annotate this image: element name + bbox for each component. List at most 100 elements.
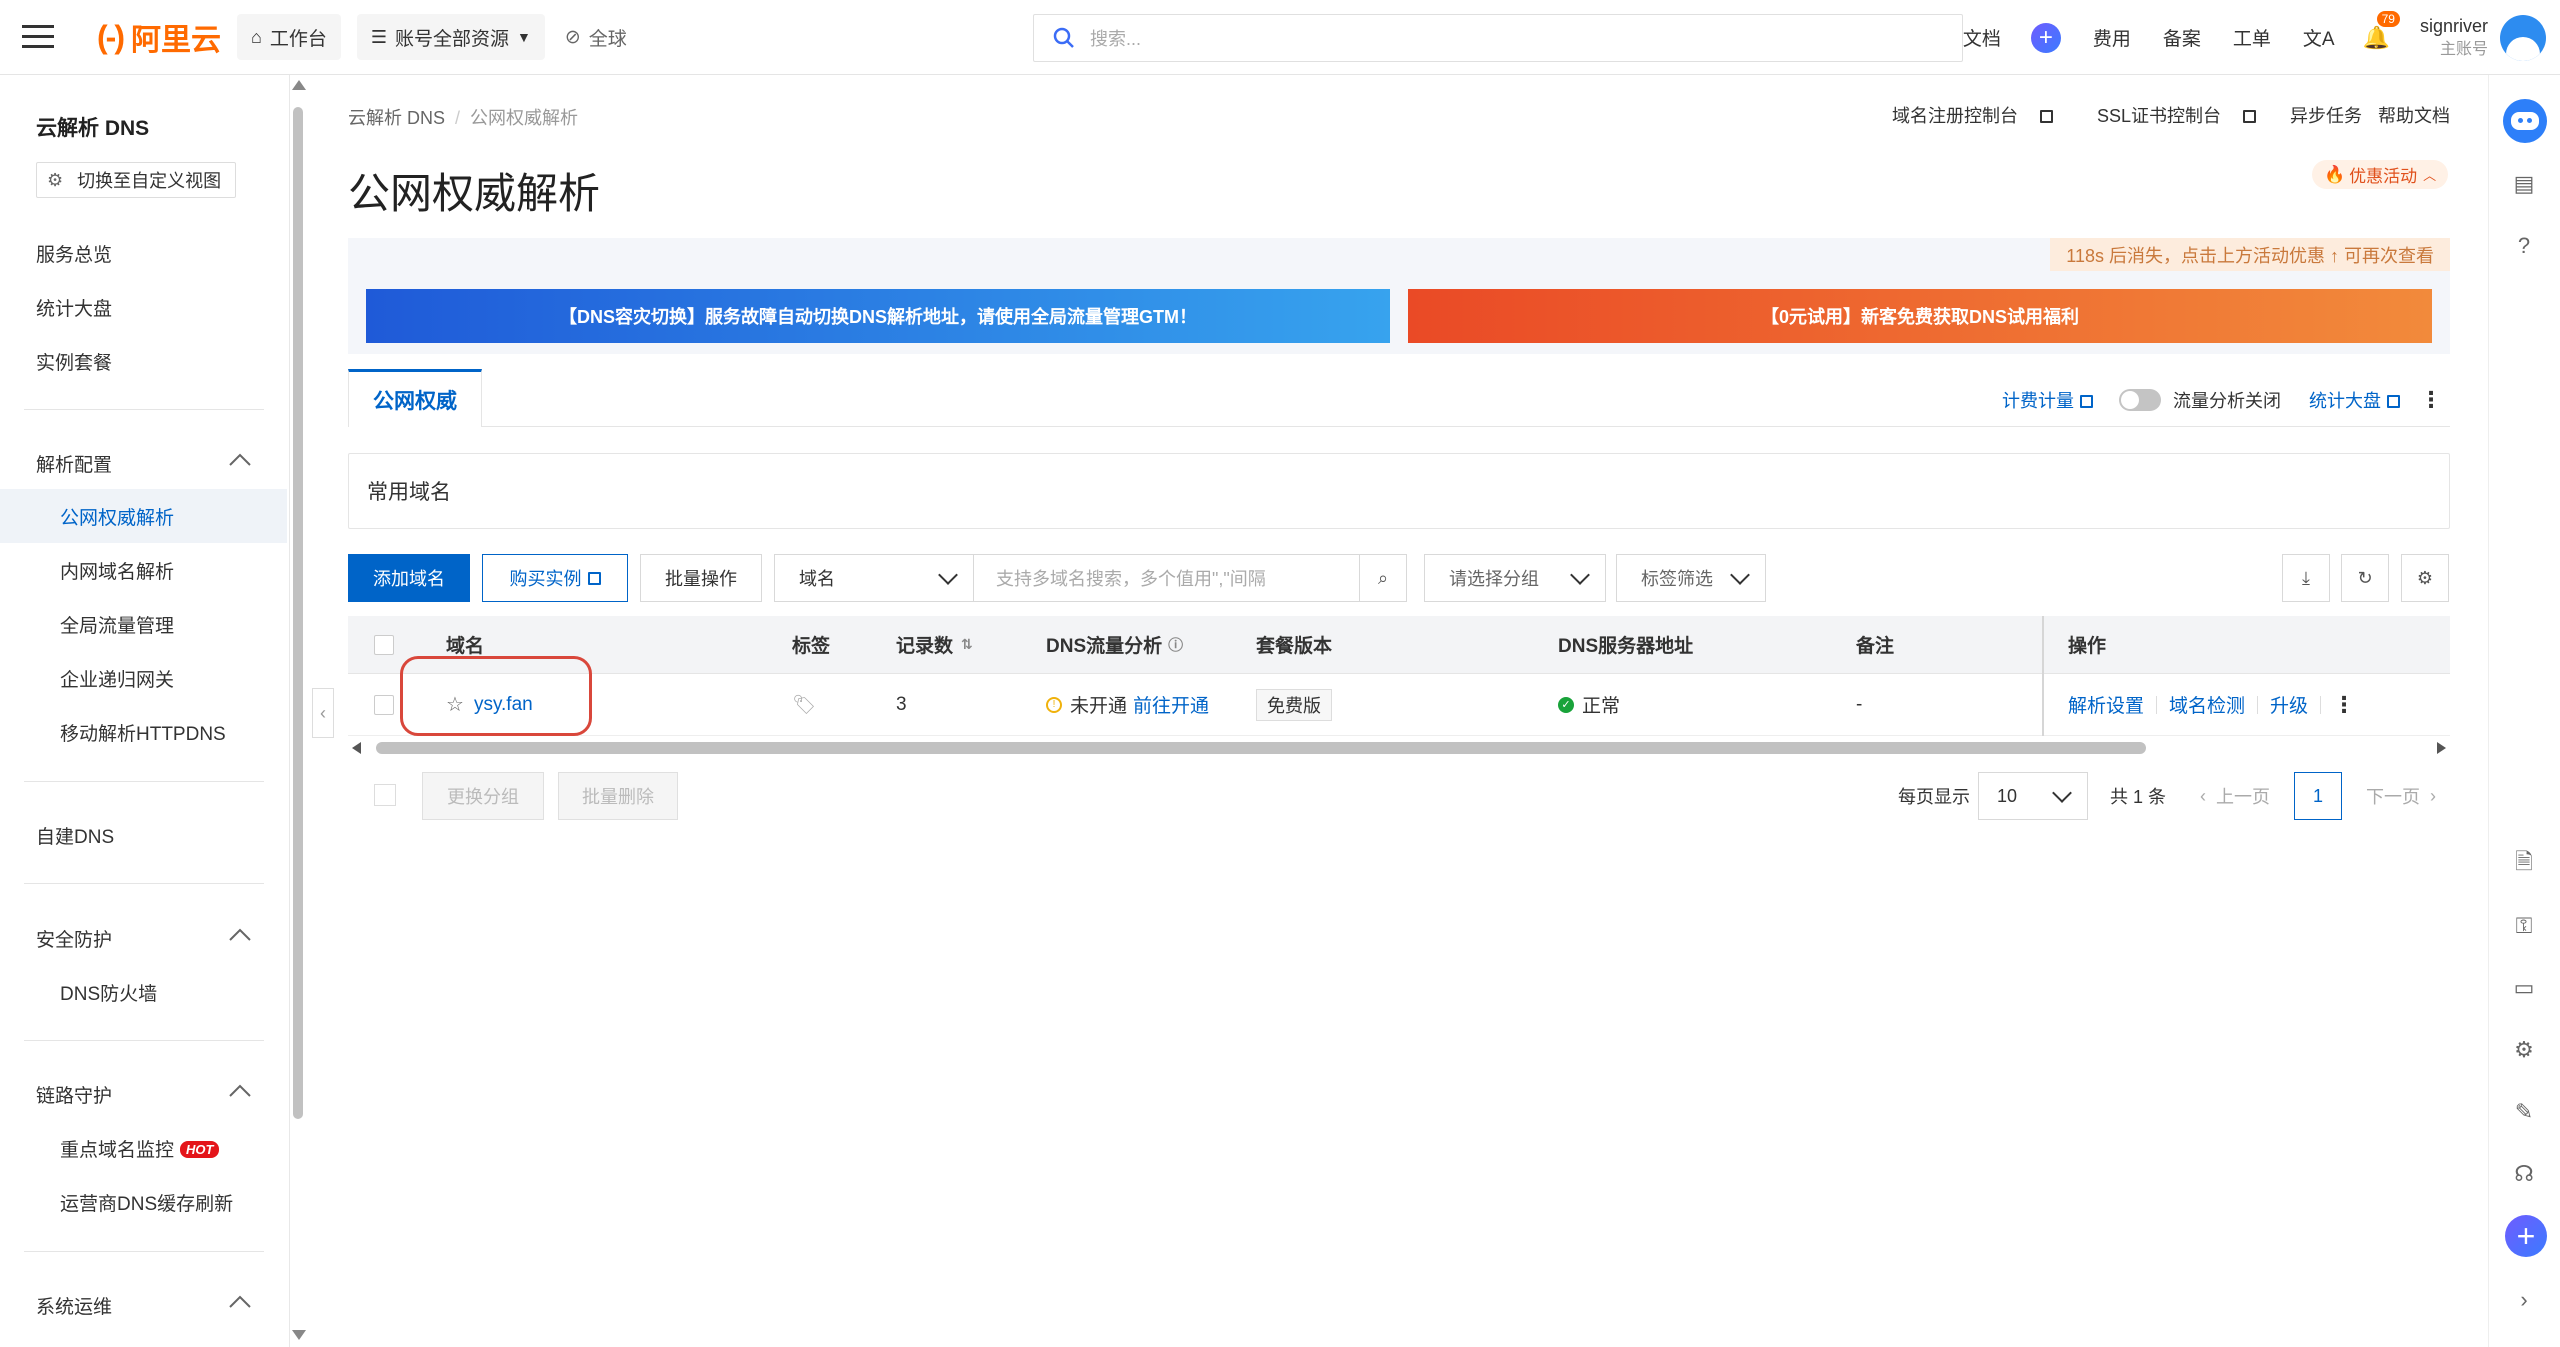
- traffic-analysis-toggle[interactable]: [2119, 389, 2161, 411]
- col-records[interactable]: 记录数 ⇅: [896, 616, 973, 673]
- api-icon[interactable]: ⚿: [2509, 911, 2539, 941]
- refresh-icon[interactable]: ↻: [2341, 554, 2389, 602]
- async-tasks-link[interactable]: 异步任务: [2290, 102, 2362, 128]
- globe-icon: ⊘: [564, 26, 581, 48]
- robot-assistant-icon[interactable]: [2503, 99, 2547, 143]
- buy-instance-button[interactable]: 购买实例: [482, 554, 628, 602]
- promo-activity-button[interactable]: 🔥 优惠活动 ︿: [2312, 160, 2449, 189]
- more-icon[interactable]: ⋮: [2420, 387, 2442, 413]
- sidebar-item-dns-firewall[interactable]: DNS防火墙: [60, 979, 157, 1006]
- sidebar-item-overview[interactable]: 服务总览: [36, 240, 112, 267]
- language-icon[interactable]: 文A: [2303, 24, 2335, 51]
- dashboard-link[interactable]: 统计大盘: [2309, 387, 2400, 413]
- next-page-button[interactable]: 下一页 ›: [2366, 783, 2436, 809]
- sidebar-group-link[interactable]: 链路守护: [36, 1081, 112, 1108]
- search-icon[interactable]: ⌕: [1359, 554, 1407, 602]
- resources-dropdown[interactable]: ☰ 账号全部资源 ▼: [356, 14, 545, 60]
- billing-metering-link[interactable]: 计费计量: [2002, 387, 2093, 413]
- menu-icon[interactable]: [0, 0, 75, 75]
- billing-link[interactable]: 费用: [2093, 24, 2131, 51]
- collapse-sidebar-icon[interactable]: ‹: [312, 688, 334, 738]
- batch-ops-button[interactable]: 批量操作: [640, 554, 762, 602]
- page-number[interactable]: 1: [2294, 772, 2342, 820]
- tag-filter-select[interactable]: 标签筛选: [1616, 554, 1766, 602]
- sidebar-item-httpdns[interactable]: 移动解析HTTPDNS: [60, 719, 226, 746]
- sidebar-scrollbar[interactable]: [293, 107, 303, 1119]
- table-horizontal-scrollbar[interactable]: [348, 740, 2450, 756]
- sidebar-item-gtm[interactable]: 全局流量管理: [60, 611, 174, 638]
- sidebar-item-domain-monitor[interactable]: 重点域名监控 HOT: [60, 1135, 220, 1162]
- sidebar-item-self-dns[interactable]: 自建DNS: [36, 822, 114, 849]
- download-icon[interactable]: ⤓: [2282, 554, 2330, 602]
- notification-bell-icon[interactable]: 🔔 79: [2363, 10, 2400, 51]
- breadcrumb-item[interactable]: 云解析 DNS: [348, 108, 445, 128]
- sidebar-group-ops[interactable]: 系统运维: [36, 1292, 112, 1319]
- help-icon[interactable]: ?: [2509, 231, 2539, 261]
- user-info[interactable]: signriver 主账号: [2420, 14, 2488, 62]
- resource-list-icon: ☰: [370, 26, 387, 47]
- row-checkbox[interactable]: [374, 674, 394, 735]
- headset-icon[interactable]: ☊: [2509, 1159, 2539, 1189]
- ai-assistant-icon[interactable]: +: [2030, 22, 2061, 53]
- chevron-up-icon[interactable]: [228, 928, 252, 942]
- trial-promo-banner[interactable]: 【0元试用】新客免费获取DNS试用福利: [1408, 289, 2432, 343]
- help-icon: ⓘ: [1168, 637, 1184, 654]
- batch-delete-button[interactable]: 批量删除: [558, 772, 678, 820]
- sidebar-item-private-zone[interactable]: 内网域名解析: [60, 557, 174, 584]
- prev-page-button[interactable]: ‹ 上一页: [2200, 783, 2270, 809]
- ticket-link[interactable]: 工单: [2233, 24, 2271, 51]
- per-page-select[interactable]: 10: [1977, 772, 2088, 820]
- sidebar-item-cache-refresh[interactable]: 运营商DNS缓存刷新: [60, 1189, 233, 1216]
- annotation-highlight-circle: [400, 656, 592, 736]
- chevron-up-icon[interactable]: [228, 1295, 252, 1309]
- aliyun-logo[interactable]: (-) 阿里云: [97, 15, 221, 59]
- resolve-settings-link[interactable]: 解析设置: [2068, 691, 2144, 718]
- scroll-up-icon[interactable]: [292, 80, 306, 90]
- sidebar-item-recursive-gateway[interactable]: 企业递归网关: [60, 665, 174, 692]
- document-icon[interactable]: 🗎: [2509, 849, 2539, 879]
- footer-select-all-checkbox[interactable]: [374, 784, 396, 806]
- sidebar-item-instances[interactable]: 实例套餐: [36, 348, 112, 375]
- enable-traffic-link[interactable]: 前往开通: [1133, 691, 1209, 718]
- sidebar-group-security[interactable]: 安全防护: [36, 925, 112, 952]
- group-select[interactable]: 请选择分组: [1424, 554, 1606, 602]
- more-icon[interactable]: ⋮: [2333, 692, 2355, 718]
- chevron-up-icon[interactable]: [228, 453, 252, 467]
- scroll-right-icon: [2437, 742, 2446, 754]
- docs-link[interactable]: 文档: [1963, 24, 2001, 51]
- gtm-promo-banner[interactable]: 【DNS容灾切换】服务故障自动切换DNS解析地址，请使用全局流量管理GTM！: [366, 289, 1390, 343]
- workbench-button[interactable]: ⌂ 工作台: [236, 14, 341, 60]
- change-group-button[interactable]: 更换分组: [422, 772, 544, 820]
- terminal-icon[interactable]: ▭: [2509, 973, 2539, 1003]
- add-domain-button[interactable]: 添加域名: [348, 554, 470, 602]
- sidebar-group-resolve[interactable]: 解析配置: [36, 450, 112, 477]
- sidebar: 云解析 DNS ⚙ 切换至自定义视图 服务总览 统计大盘 实例套餐 解析配置 公…: [0, 75, 290, 1347]
- domain-console-link[interactable]: 域名注册控制台: [1870, 102, 2053, 128]
- switch-view-button[interactable]: ⚙ 切换至自定义视图: [36, 162, 237, 198]
- ssl-console-link[interactable]: SSL证书控制台: [2075, 102, 2256, 128]
- scroll-down-icon[interactable]: [292, 1330, 306, 1340]
- help-docs-link[interactable]: 帮助文档: [2378, 102, 2450, 128]
- sidebar-item-dashboard[interactable]: 统计大盘: [36, 294, 112, 321]
- edit-icon[interactable]: ✎: [2509, 1097, 2539, 1127]
- domain-check-link[interactable]: 域名检测: [2169, 691, 2245, 718]
- add-icon[interactable]: +: [2505, 1215, 2547, 1257]
- select-all-checkbox[interactable]: [374, 616, 394, 673]
- chevron-down-icon: [2052, 783, 2072, 803]
- settings-gear-icon[interactable]: ⚙: [2509, 1035, 2539, 1065]
- domain-search-input[interactable]: 支持多域名搜索，多个值用","间隔: [974, 554, 1360, 602]
- settings-icon[interactable]: ⚙: [2401, 554, 2449, 602]
- avatar[interactable]: [2500, 14, 2546, 61]
- tab-public-authoritative[interactable]: 公网权威: [348, 369, 482, 427]
- icp-link[interactable]: 备案: [2163, 24, 2201, 51]
- region-selector[interactable]: ⊘ 全球: [565, 24, 627, 51]
- tag-icon[interactable]: 🏷: [792, 674, 816, 735]
- search-field-select[interactable]: 域名: [774, 554, 974, 602]
- chevron-right-icon[interactable]: ›: [2509, 1285, 2539, 1315]
- chevron-up-icon: ︿: [2423, 168, 2437, 183]
- notes-icon[interactable]: ▤: [2509, 169, 2539, 199]
- global-search-input[interactable]: 搜索...: [1033, 14, 1963, 62]
- chevron-up-icon[interactable]: [228, 1084, 252, 1098]
- upgrade-link[interactable]: 升级: [2270, 691, 2308, 718]
- sidebar-item-public-authoritative[interactable]: 公网权威解析: [60, 503, 174, 530]
